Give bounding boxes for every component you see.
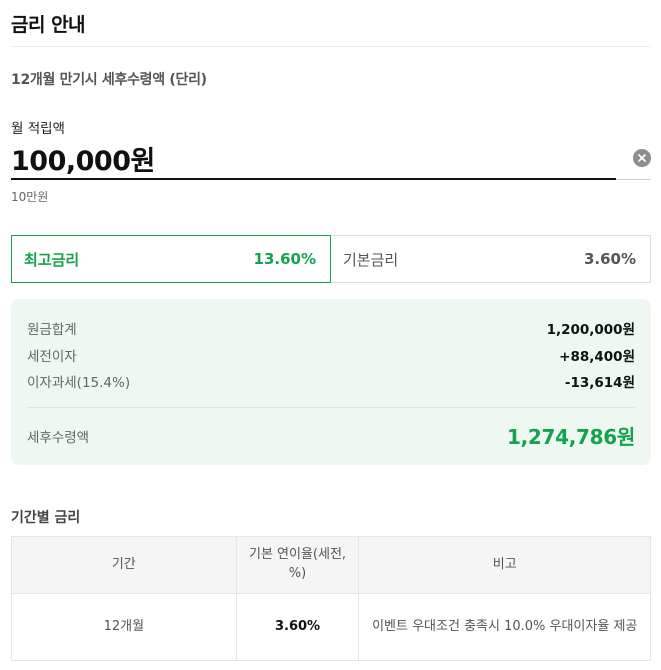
summary-row-principal: 원금합계 1,200,000원 — [27, 318, 635, 338]
clear-amount-button[interactable] — [633, 149, 651, 167]
column-header-base-rate: 기본 연이율(세전, %) — [235, 536, 360, 594]
table-row: 12개월 3.60% 이벤트 우대조건 충족시 10.0% 우대이자율 제공 — [11, 593, 651, 661]
monthly-amount-label: 월 적립액 — [11, 121, 65, 137]
monthly-amount-input[interactable] — [11, 138, 611, 178]
tab-base-rate-value: 3.60% — [583, 250, 636, 268]
summary-label: 이자과세(15.4%) — [27, 375, 131, 391]
summary-row-pretax-interest: 세전이자 +88,400원 — [27, 345, 635, 365]
amount-underline-rest — [616, 179, 651, 180]
tab-max-rate-value: 13.60% — [253, 250, 316, 268]
tab-max-rate[interactable]: 최고금리 13.60% — [11, 235, 331, 283]
summary-value: 1,200,000원 — [546, 322, 635, 338]
table-cell-note: 이벤트 우대조건 충족시 10.0% 우대이자율 제공 — [358, 593, 651, 661]
close-circle-icon — [638, 154, 646, 162]
period-rates-table: 기간 기본 연이율(세전, %) 비고 12개월 3.60% 이벤트 우대조건 … — [11, 536, 651, 661]
page-title: 금리 안내 — [11, 14, 86, 36]
title-divider — [11, 46, 650, 47]
table-header-row: 기간 기본 연이율(세전, %) 비고 — [11, 536, 651, 594]
summary-total-value: 1,274,786원 — [506, 425, 635, 449]
column-header-period: 기간 — [11, 536, 237, 594]
amount-underline — [11, 178, 616, 180]
table-cell-period: 12개월 — [11, 593, 237, 661]
summary-value: -13,614원 — [564, 375, 635, 391]
summary-label: 세전이자 — [27, 349, 77, 365]
monthly-amount-field — [11, 138, 651, 180]
summary-total-label: 세후수령액 — [27, 429, 90, 446]
tab-base-rate-label: 기본금리 — [343, 250, 399, 269]
column-header-note: 비고 — [358, 536, 651, 594]
amount-hint: 10만원 — [11, 190, 49, 204]
summary-row-interest-tax: 이자과세(15.4%) -13,614원 — [27, 371, 635, 391]
maturity-subtitle: 12개월 만기시 세후수령액 (단리) — [11, 72, 207, 88]
tab-max-rate-label: 최고금리 — [24, 250, 80, 269]
table-cell-base-rate: 3.60% — [235, 593, 360, 661]
tab-base-rate[interactable]: 기본금리 3.60% — [331, 235, 651, 283]
summary-label: 원금합계 — [27, 322, 77, 338]
summary-value: +88,400원 — [559, 349, 635, 365]
summary-total: 세후수령액 1,274,786원 — [27, 421, 635, 450]
summary-divider — [27, 407, 635, 408]
period-rates-title: 기간별 금리 — [11, 510, 81, 526]
summary-panel: 원금합계 1,200,000원 세전이자 +88,400원 이자과세(15.4%… — [11, 299, 651, 465]
